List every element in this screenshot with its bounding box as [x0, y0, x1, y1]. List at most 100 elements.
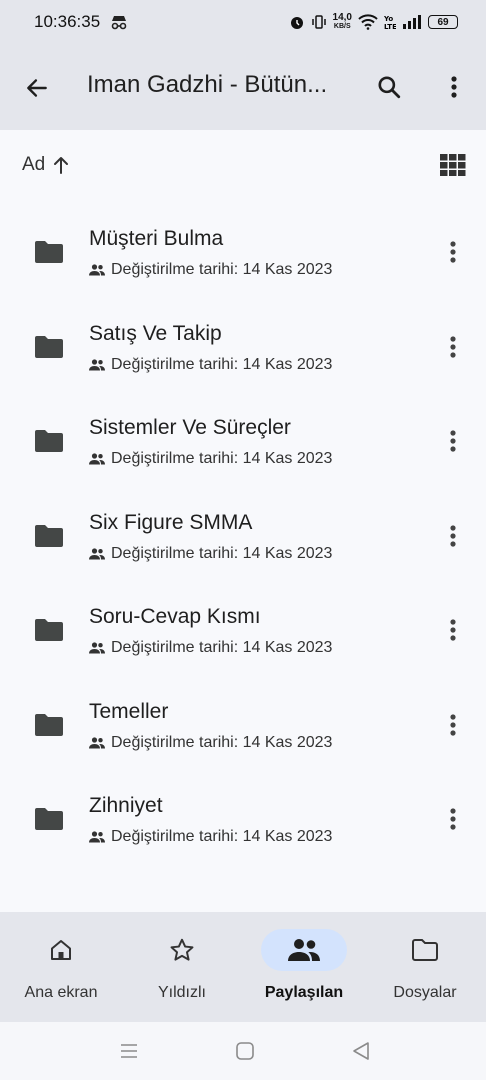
nav-item-paylaşılan[interactable]: Paylaşılan	[243, 912, 365, 1022]
folder-row[interactable]: Zihniyet Değiştirilme tarihi: 14 Kas 202…	[0, 769, 486, 864]
wifi-icon	[358, 14, 378, 30]
folder-name: Soru-Cevap Kısmı	[89, 605, 261, 628]
folder-meta: Değiştirilme tarihi: 14 Kas 2023	[89, 261, 332, 279]
more-vert-icon	[450, 808, 456, 830]
nav-label: Ana ekran	[24, 984, 98, 1001]
folder-meta: Değiştirilme tarihi: 14 Kas 2023	[89, 356, 332, 374]
signal-icon	[403, 15, 421, 29]
folder-meta: Değiştirilme tarihi: 14 Kas 2023	[89, 639, 332, 657]
back-button[interactable]	[20, 71, 54, 105]
folder-modified-date: Değiştirilme tarihi: 14 Kas 2023	[111, 450, 333, 467]
status-bar: 10:36:35 14,0 KB/S Yo LTE 69	[0, 0, 486, 44]
folder-meta: Değiştirilme tarihi: 14 Kas 2023	[89, 545, 332, 563]
arrow-back-icon	[27, 79, 47, 97]
shared-people-icon	[89, 736, 105, 748]
nav-label: Paylaşılan	[264, 984, 344, 1001]
battery-icon: 69	[428, 15, 458, 29]
folder-more-button[interactable]	[440, 333, 466, 361]
folder-icon	[35, 808, 63, 830]
incognito-icon	[111, 16, 127, 30]
folder-modified-date: Değiştirilme tarihi: 14 Kas 2023	[111, 639, 333, 656]
menu-icon[interactable]	[118, 1040, 140, 1062]
sort-button[interactable]: Ad	[22, 154, 69, 176]
shared-people-icon	[89, 358, 105, 370]
folder-row[interactable]: Satış Ve Takip Değiştirilme tarihi: 14 K…	[0, 297, 486, 392]
folder-name: Temeller	[89, 699, 169, 723]
folder-icon	[35, 335, 63, 358]
folder-more-button[interactable]	[440, 805, 466, 833]
folder-name: Müşteri Bulma	[89, 227, 224, 250]
folder-icon	[382, 929, 468, 971]
folder-row[interactable]: Six Figure SMMA Değiştirilme tarihi: 14 …	[0, 486, 486, 581]
folder-name: Satış Ve Takip	[89, 321, 222, 345]
folder-row[interactable]: Soru-Cevap Kısmı Değiştirilme tarihi: 14…	[0, 580, 486, 675]
folder-meta: Değiştirilme tarihi: 14 Kas 2023	[89, 734, 332, 752]
more-vert-icon	[451, 76, 457, 98]
more-vert-icon	[450, 619, 456, 641]
more-vert-icon	[450, 241, 456, 263]
folder-modified-date: Değiştirilme tarihi: 14 Kas 2023	[111, 261, 333, 278]
sort-row: Ad	[0, 130, 486, 202]
bottom-navigation: Ana ekran Yıldızlı Paylaşılan Dosyalar	[0, 912, 486, 1022]
folder-icon	[35, 430, 63, 452]
search-button[interactable]	[371, 69, 407, 105]
alarm-icon	[290, 17, 303, 29]
shared-people-icon	[89, 264, 105, 276]
folder-meta: Değiştirilme tarihi: 14 Kas 2023	[89, 450, 332, 468]
folder-more-button[interactable]	[440, 522, 466, 550]
home-icon	[18, 929, 104, 971]
folder-icon	[35, 713, 63, 736]
folder-meta: Değiştirilme tarihi: 14 Kas 2023	[89, 828, 332, 846]
nav-label: Yıldızlı	[157, 984, 206, 1001]
net-speed: 14,0 KB/S	[332, 12, 352, 31]
volte-icon: YoLTE	[384, 15, 396, 30]
folder-name: Six Figure SMMA	[89, 510, 253, 534]
folder-name: Zihniyet	[89, 794, 163, 817]
shared-people-icon	[89, 547, 105, 559]
folder-icon	[35, 619, 63, 641]
nav-item-dosyalar[interactable]: Dosyalar	[364, 912, 486, 1022]
view-toggle-button[interactable]	[440, 154, 466, 176]
status-time: 10:36:35	[34, 12, 101, 31]
vibrate-icon	[311, 15, 326, 29]
nav-item-ana-ekran[interactable]: Ana ekran	[0, 912, 122, 1022]
folder-modified-date: Değiştirilme tarihi: 14 Kas 2023	[111, 544, 333, 562]
nav-item-yıldızlı[interactable]: Yıldızlı	[121, 912, 243, 1022]
folder-modified-date: Değiştirilme tarihi: 14 Kas 2023	[111, 355, 333, 373]
folder-more-button[interactable]	[440, 616, 466, 644]
search-icon	[378, 76, 401, 99]
folder-icon	[412, 939, 438, 961]
star-icon	[139, 929, 225, 971]
shared-people-icon	[89, 831, 105, 843]
folder-icon	[35, 524, 63, 547]
app-bar: Iman Gadzhi - Bütün...	[0, 44, 486, 130]
home-icon	[51, 940, 71, 960]
folder-icon	[35, 241, 63, 263]
more-vert-icon	[450, 713, 456, 736]
page-title: Iman Gadzhi - Bütün...	[87, 71, 328, 98]
svg-text:Yo: Yo	[384, 15, 393, 23]
folder-modified-date: Değiştirilme tarihi: 14 Kas 2023	[111, 828, 333, 845]
system-navigation-bar	[0, 1022, 486, 1080]
people-icon	[261, 929, 347, 971]
star-icon	[170, 938, 194, 961]
svg-text:LTE: LTE	[384, 23, 396, 30]
home-button-icon[interactable]	[234, 1040, 256, 1062]
folder-more-button[interactable]	[440, 238, 466, 266]
folder-row[interactable]: Müşteri Bulma Değiştirilme tarihi: 14 Ka…	[0, 202, 486, 297]
shared-people-icon	[89, 453, 105, 465]
folder-more-button[interactable]	[440, 427, 466, 455]
grid-view-icon	[440, 154, 466, 176]
folder-more-button[interactable]	[440, 711, 466, 739]
shared-people-icon	[89, 642, 105, 654]
sort-label: Ad	[22, 154, 46, 175]
folder-name: Sistemler Ve Süreçler	[89, 416, 291, 439]
people-icon	[288, 939, 320, 961]
more-options-button[interactable]	[436, 69, 472, 105]
nav-label: Dosyalar	[393, 984, 457, 1001]
back-triangle-icon[interactable]	[350, 1040, 372, 1062]
folder-row[interactable]: Sistemler Ve Süreçler Değiştirilme tarih…	[0, 391, 486, 486]
more-vert-icon	[450, 335, 456, 358]
folder-row[interactable]: Temeller Değiştirilme tarihi: 14 Kas 202…	[0, 675, 486, 770]
folder-modified-date: Değiştirilme tarihi: 14 Kas 2023	[111, 733, 333, 751]
